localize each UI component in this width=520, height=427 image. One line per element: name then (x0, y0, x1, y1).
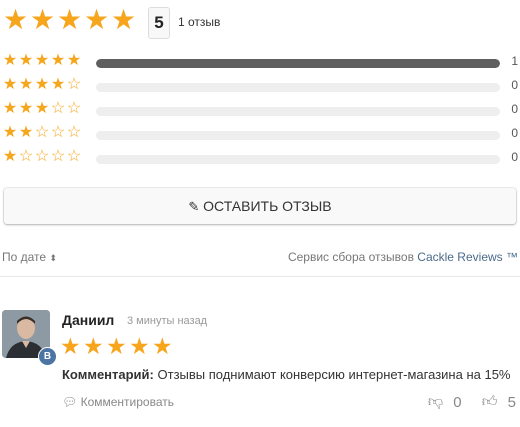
star-icon: ★ (29, 4, 56, 35)
comment-label: Комментарий: (62, 367, 154, 382)
star-icon: ★ (34, 100, 50, 117)
rating-row-1[interactable]: ★ ☆ ☆ ☆ ☆ 0 (2, 148, 520, 170)
rating-row-2[interactable]: ★ ★ ☆ ☆ ☆ 0 (2, 124, 520, 146)
star-outline-icon: ☆ (66, 100, 82, 117)
sort-by-date[interactable]: По дате ⬍ (2, 250, 57, 264)
rating-count: 0 (511, 102, 518, 116)
star-icon: ★ (83, 333, 104, 359)
star-outline-icon: ☆ (66, 148, 82, 165)
leave-review-label: ОСТАВИТЬ ОТЗЫВ (203, 198, 332, 214)
vk-badge-icon: В (38, 347, 57, 366)
star-outline-icon: ☆ (66, 124, 82, 141)
star-icon: ★ (18, 52, 34, 69)
row-stars: ★ ☆ ☆ ☆ ☆ (2, 148, 82, 165)
rating-bar (96, 59, 500, 68)
star-icon: ★ (2, 52, 18, 69)
thumbs-down-icon[interactable]: 👎︎ (428, 393, 443, 411)
like-count: 5 (507, 393, 516, 411)
star-icon: ★ (34, 52, 50, 69)
rating-bar (96, 131, 500, 140)
row-stars: ★ ★ ★ ★ ★ (2, 52, 82, 69)
star-icon: ★ (2, 148, 18, 165)
divider (0, 276, 520, 277)
star-icon: ★ (18, 124, 34, 141)
review-comment: Комментарий: Отзывы поднимают конверсию … (62, 367, 511, 382)
sort-icon: ⬍ (49, 253, 57, 263)
average-score: 5 (148, 7, 170, 39)
star-outline-icon: ☆ (34, 148, 50, 165)
rating-row-3[interactable]: ★ ★ ★ ☆ ☆ 0 (2, 100, 520, 122)
rating-row-4[interactable]: ★ ★ ★ ★ ☆ 0 (2, 76, 520, 98)
star-icon: ★ (152, 333, 173, 359)
star-outline-icon: ☆ (50, 124, 66, 141)
star-outline-icon: ☆ (66, 76, 82, 93)
leave-review-button[interactable]: ✎ ОСТАВИТЬ ОТЗЫВ (4, 188, 516, 224)
summary-stars: ★★★★★ (2, 6, 137, 34)
star-icon: ★ (56, 4, 83, 35)
pencil-icon: ✎ (188, 199, 200, 214)
star-outline-icon: ☆ (34, 124, 50, 141)
cackle-link[interactable]: Cackle Reviews ™ (417, 250, 518, 264)
reply-label: Комментировать (80, 395, 174, 409)
review-author: Даниил (62, 312, 115, 328)
row-stars: ★ ★ ★ ★ ☆ (2, 76, 82, 93)
rating-count: 0 (511, 126, 518, 140)
rating-bar-fill (96, 59, 500, 68)
sort-label: По дате (2, 250, 47, 264)
review-count: 1 отзыв (178, 15, 221, 29)
rating-count: 0 (511, 78, 518, 92)
star-icon: ★ (110, 4, 137, 35)
star-icon: ★ (18, 76, 34, 93)
star-icon: ★ (129, 333, 150, 359)
rating-bar (96, 107, 500, 116)
star-icon: ★ (106, 333, 127, 359)
rating-row-5[interactable]: ★ ★ ★ ★ ★ 1 (2, 52, 520, 74)
rating-count: 1 (511, 54, 518, 68)
star-icon: ★ (60, 333, 81, 359)
rating-count: 0 (511, 150, 518, 164)
star-icon: ★ (34, 76, 50, 93)
review-time: 3 минуты назад (127, 315, 208, 327)
rating-bar (96, 83, 500, 92)
star-icon: ★ (2, 100, 18, 117)
row-stars: ★ ★ ★ ☆ ☆ (2, 100, 82, 117)
service-prefix: Сервис сбора отзывов (287, 250, 414, 264)
star-outline-icon: ☆ (18, 148, 34, 165)
star-icon: ★ (2, 76, 18, 93)
dislike-count: 0 (453, 393, 462, 411)
review-rating: ★ ★ ★ ★ ★ (60, 335, 175, 359)
star-icon: ★ (66, 52, 82, 69)
speech-bubble-icon: 💬︎ (62, 395, 78, 409)
votes: 👎︎ 0 👍︎ 5 (428, 393, 516, 411)
service-credit: Сервис сбора отзывов Cackle Reviews ™ (288, 250, 518, 264)
star-icon: ★ (83, 4, 110, 35)
thumbs-up-icon[interactable]: 👍︎ (482, 393, 498, 411)
star-icon: ★ (50, 52, 66, 69)
star-outline-icon: ☆ (50, 148, 66, 165)
comment-text: Отзывы поднимают конверсию интернет-мага… (157, 367, 511, 382)
reply-button[interactable]: 💬︎ Комментировать (62, 395, 174, 409)
row-stars: ★ ★ ☆ ☆ ☆ (2, 124, 82, 141)
star-outline-icon: ☆ (50, 100, 66, 117)
star-icon: ★ (50, 76, 66, 93)
rating-bar (96, 155, 500, 164)
star-icon: ★ (2, 4, 29, 35)
star-icon: ★ (2, 124, 18, 141)
star-icon: ★ (18, 100, 34, 117)
